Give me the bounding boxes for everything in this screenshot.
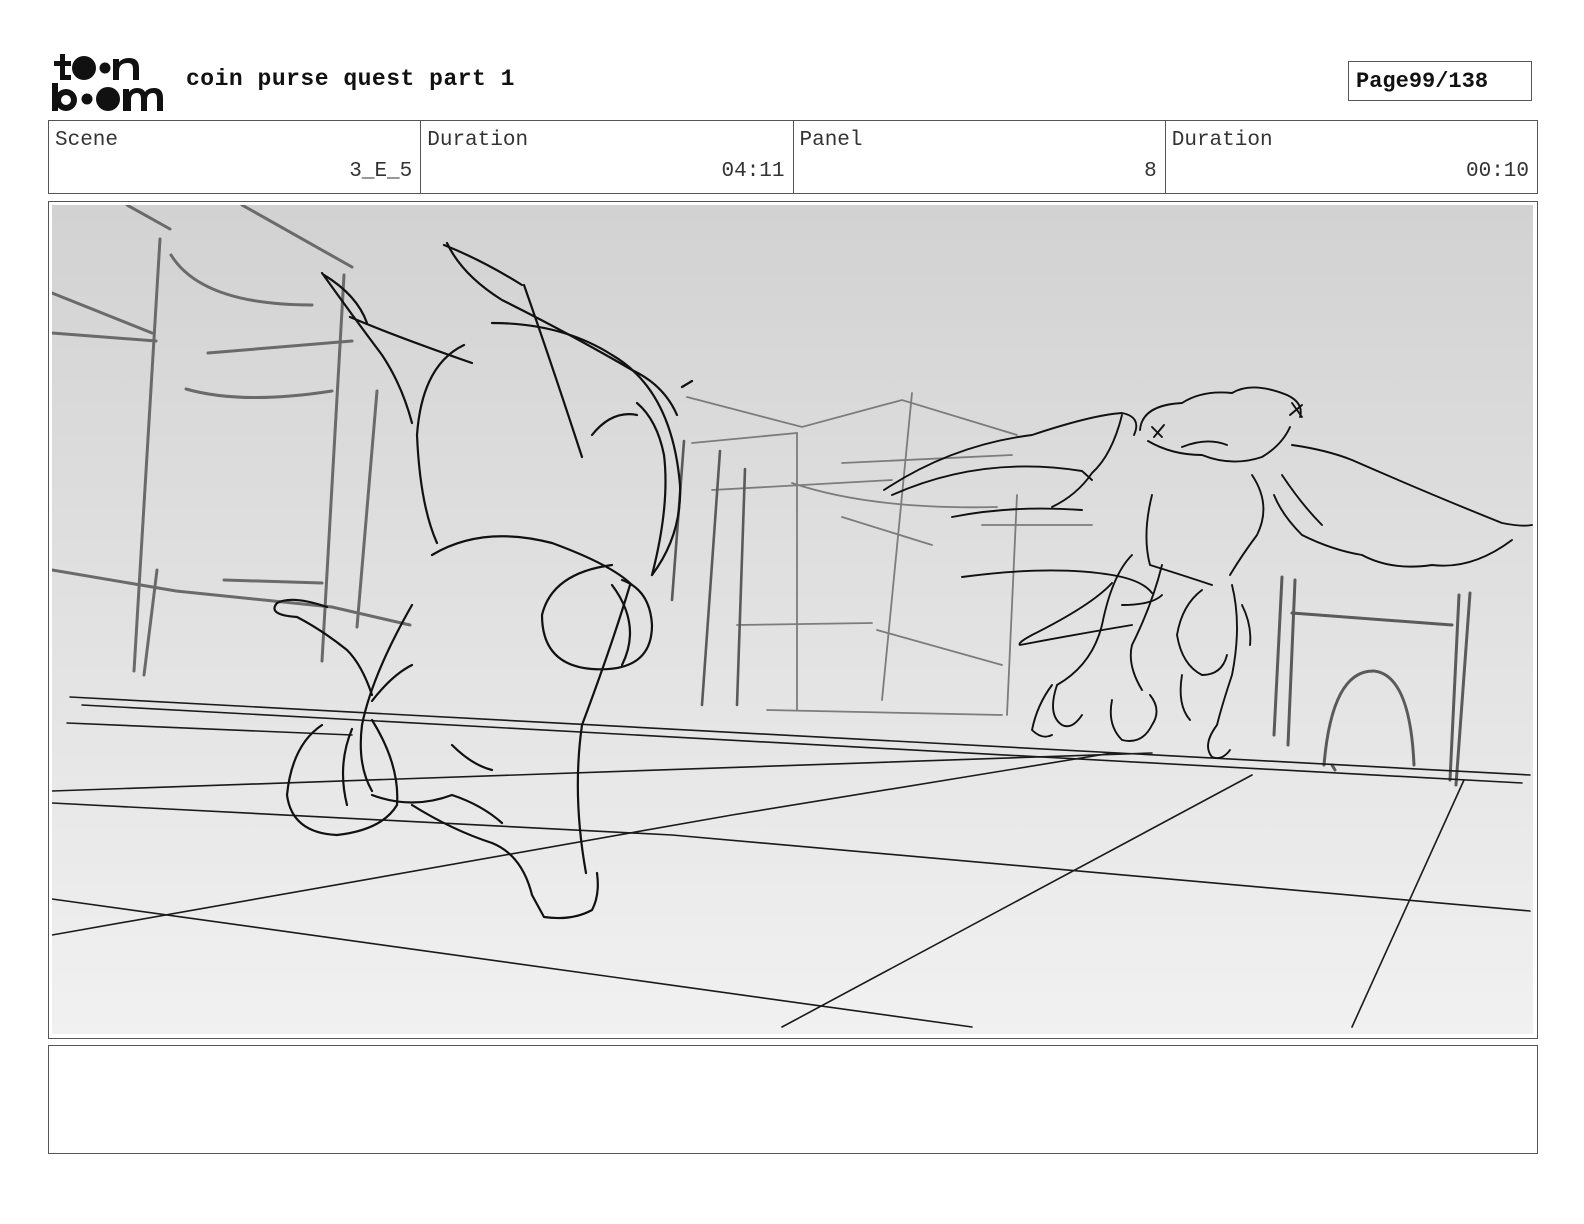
scene-info-table: Scene 3_E_5 Duration 04:11 Panel 8 Durat… bbox=[48, 120, 1538, 194]
page-number: 99/138 bbox=[1408, 68, 1489, 94]
page-label: Page bbox=[1356, 68, 1409, 94]
scene-duration-value: 04:11 bbox=[721, 160, 785, 183]
toonboom-logo bbox=[51, 52, 163, 112]
storyboard-panel bbox=[48, 201, 1538, 1039]
scene-cell: Scene 3_E_5 bbox=[49, 121, 420, 193]
storyboard-title: coin purse quest part 1 bbox=[186, 66, 515, 92]
panel-duration-value: 00:10 bbox=[1465, 160, 1529, 183]
panel-value: 8 bbox=[1144, 160, 1157, 183]
scene-duration-cell: Duration 04:11 bbox=[420, 121, 792, 193]
panel-label: Panel bbox=[799, 129, 863, 152]
page-indicator: Page 99/138 bbox=[1348, 61, 1532, 101]
panel-notes-box bbox=[48, 1045, 1538, 1154]
scene-label: Scene bbox=[55, 129, 119, 152]
panel-duration-cell: Duration 00:10 bbox=[1164, 121, 1537, 193]
panel-sketch bbox=[52, 205, 1533, 1034]
panel-cell: Panel 8 bbox=[792, 121, 1165, 193]
scene-duration-label: Duration bbox=[427, 129, 529, 152]
scene-value: 3_E_5 bbox=[349, 160, 413, 183]
panel-duration-label: Duration bbox=[1171, 129, 1273, 152]
